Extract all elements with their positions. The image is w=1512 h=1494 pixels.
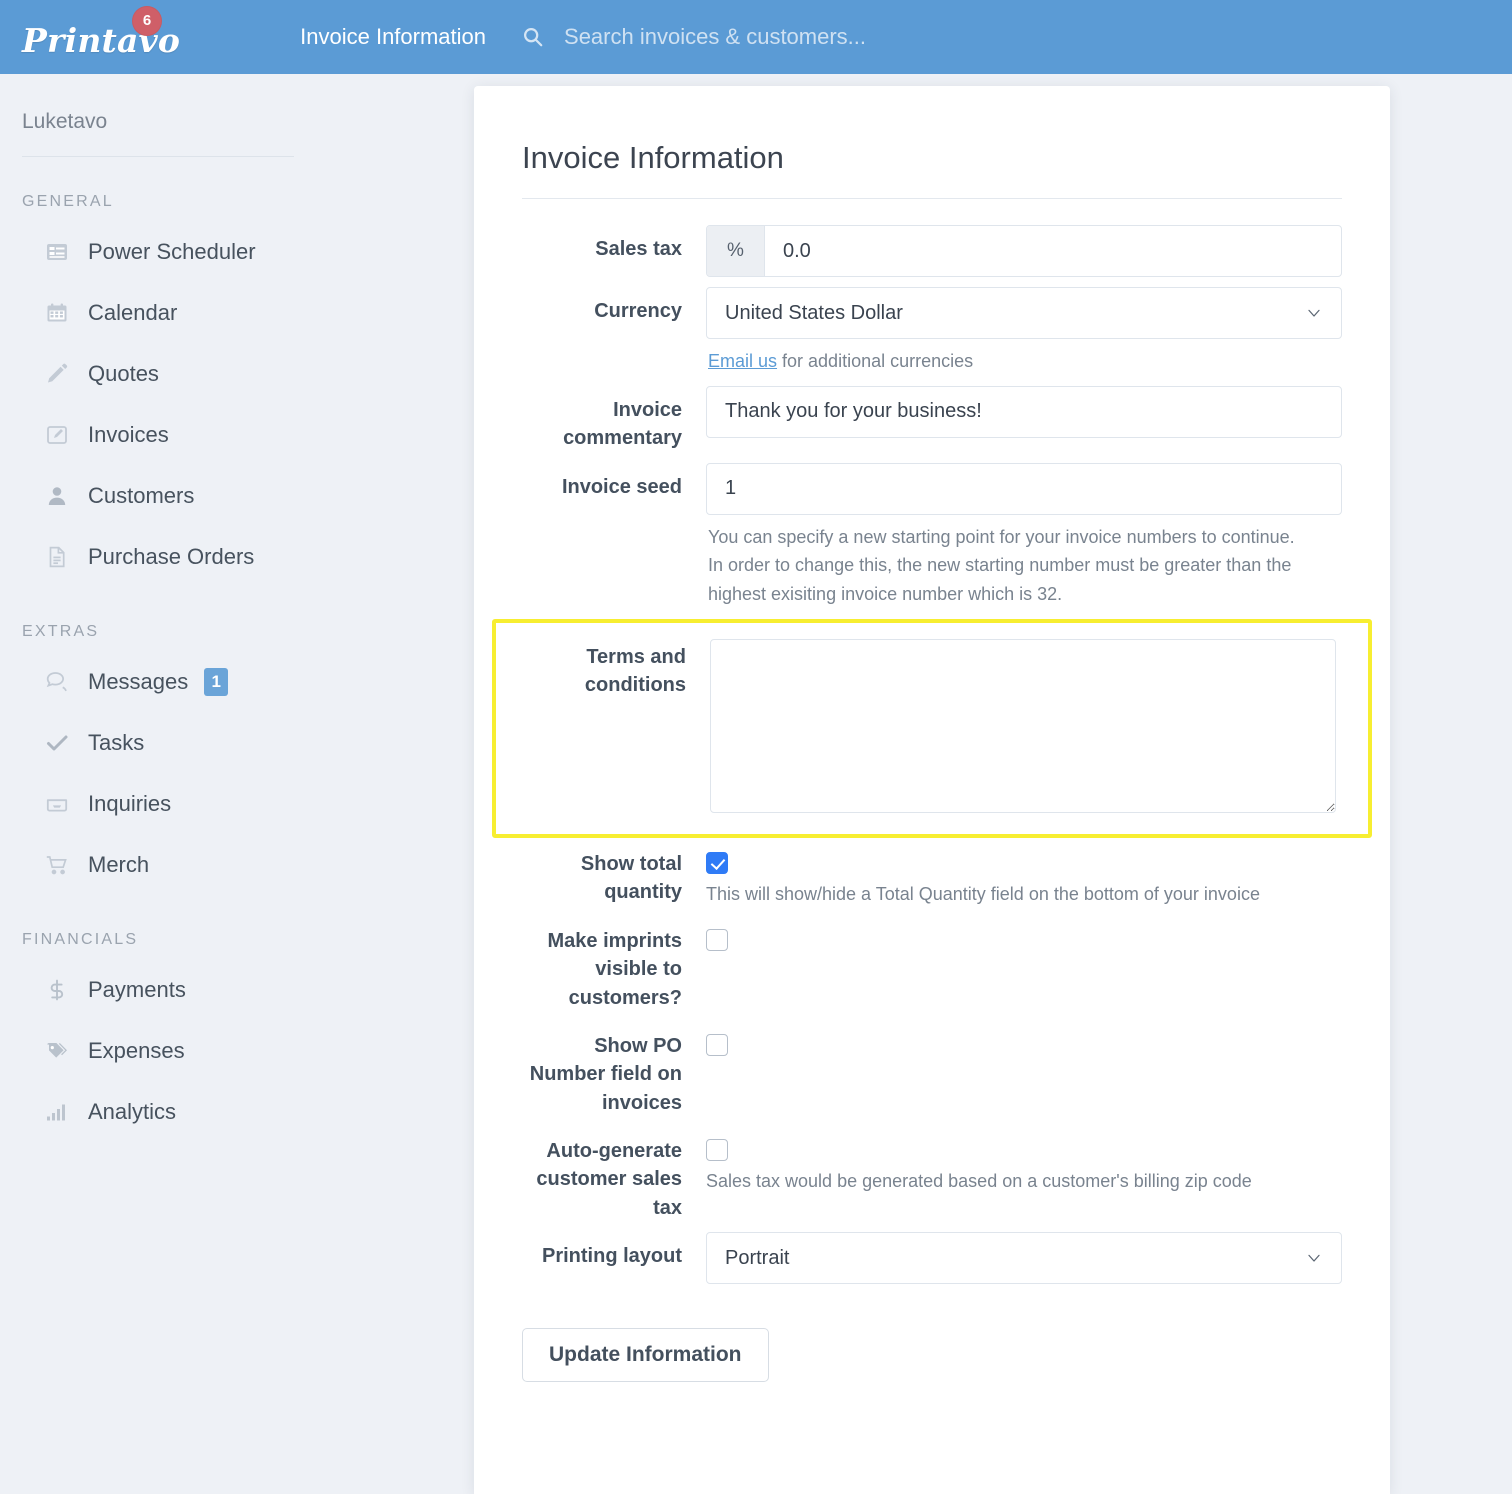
invoice-seed-helper: You can specify a new starting point for… [708,526,1295,605]
terms-and-conditions-row-highlighted: Terms and conditions [492,618,1372,838]
sales-tax-input[interactable] [765,226,1341,276]
sidebar-item-label: Purchase Orders [88,543,255,569]
invoice-commentary-label: Invoice commentary [563,398,682,450]
terms-and-conditions-textarea[interactable] [710,638,1336,813]
top-header-bar: Printavo 6 Invoice Information [0,0,1512,74]
invoice-information-form: Sales tax % Currency United States Dolla… [474,199,1390,1285]
currency-helper-rest: for additional currencies [777,351,974,371]
list-icon [44,239,70,265]
sidebar-item-power-scheduler[interactable]: Power Scheduler [0,221,474,282]
auto-generate-tax-row: Auto-generate customer sales tax Sales t… [522,1127,1342,1222]
sidebar-item-label: Tasks [88,729,145,755]
invoice-seed-label: Invoice seed [561,475,682,498]
printing-layout-row: Printing layout Portrait [522,1232,1342,1285]
currency-select[interactable]: United States Dollar [706,287,1342,339]
sidebar-section-extras: EXTRAS [22,623,100,640]
invoice-commentary-input[interactable] [706,385,1342,438]
cart-icon [44,852,70,878]
currency-row: Currency United States Dollar Email us f… [522,287,1342,376]
inbox-icon [44,791,70,817]
sidebar-item-expenses[interactable]: Expenses [0,1020,474,1081]
make-imprints-visible-row: Make imprints visible to customers? [522,917,1342,1012]
printing-layout-label: Printing layout [542,1245,682,1268]
pencil-icon [44,361,70,387]
sidebar-item-inquiries[interactable]: Inquiries [0,773,474,834]
page-title: Invoice Information [522,140,784,175]
percent-addon: % [707,226,765,276]
sidebar-item-customers[interactable]: Customers [0,465,474,526]
auto-generate-tax-helper: Sales tax would be generated based on a … [706,1171,1252,1192]
sales-tax-row: Sales tax % [522,225,1342,277]
printing-layout-select[interactable]: Portrait [706,1232,1342,1285]
make-imprints-visible-label: Make imprints visible to customers? [547,929,682,1009]
user-icon [44,483,70,509]
sidebar-item-label: Invoices [88,421,169,447]
sidebar-item-analytics[interactable]: Analytics [0,1081,474,1142]
email-us-link[interactable]: Email us [708,351,777,371]
make-imprints-visible-checkbox[interactable] [706,928,728,951]
sidebar-item-quotes[interactable]: Quotes [0,343,474,404]
show-total-quantity-row: Show total quantity This will show/hide … [522,840,1342,907]
sidebar-item-label: Expenses [88,1037,185,1063]
invoice-seed-input[interactable] [706,462,1342,515]
auto-generate-tax-checkbox[interactable] [706,1139,728,1162]
auto-generate-tax-label: Auto-generate customer sales tax [536,1140,682,1219]
sidebar-item-purchase-orders[interactable]: Purchase Orders [0,526,474,587]
invoice-information-panel: Invoice Information Sales tax % Currency [474,86,1390,1494]
sidebar-item-calendar[interactable]: Calendar [0,282,474,343]
sidebar-item-label: Calendar [88,299,178,325]
sidebar-item-payments[interactable]: Payments [0,959,474,1020]
sidebar-item-merch[interactable]: Merch [0,834,474,895]
sidebar-item-label: Customers [88,482,195,508]
dollar-icon [44,977,70,1003]
sidebar-section-general: GENERAL [22,193,114,210]
chat-icon [44,669,70,695]
sidebar-item-messages[interactable]: Messages 1 [0,651,474,712]
show-total-quantity-checkbox[interactable] [706,851,728,874]
sales-tax-label: Sales tax [595,238,682,260]
brand-logo[interactable]: Printavo 6 [22,5,180,57]
invoice-commentary-row: Invoice commentary [522,385,1342,453]
check-icon [44,730,70,756]
show-total-quantity-label: Show total quantity [580,852,682,904]
sales-tax-input-group[interactable]: % [706,225,1342,277]
document-icon [44,544,70,570]
sidebar-item-label: Analytics [88,1098,177,1124]
sidebar-item-tasks[interactable]: Tasks [0,712,474,773]
search-input[interactable] [562,23,1103,51]
show-po-number-checkbox[interactable] [706,1033,728,1056]
show-po-number-label: Show PO Number field on invoices [529,1034,682,1114]
bar-chart-icon [44,1099,70,1125]
sidebar-item-invoices[interactable]: Invoices [0,404,474,465]
sidebar-item-label: Messages [88,668,189,694]
currency-helper: Email us for additional currencies [706,339,1306,376]
show-po-number-row: Show PO Number field on invoices [522,1022,1342,1117]
currency-label: Currency [594,300,682,322]
invoice-seed-row: Invoice seed You can specify a new start… [522,462,1342,609]
show-total-quantity-helper: This will show/hide a Total Quantity fie… [706,883,1260,904]
sidebar-item-label: Power Scheduler [88,238,256,264]
sidebar-section-financials: FINANCIALS [22,931,139,948]
notification-badge[interactable]: 6 [132,5,162,36]
invoice-edit-icon [44,422,70,448]
global-search[interactable] [522,23,1512,51]
search-icon [522,26,544,48]
sidebar-item-label: Payments [88,976,186,1002]
terms-and-conditions-label: Terms and conditions [584,645,686,697]
tag-icon [44,1038,70,1064]
messages-count-badge: 1 [204,667,229,696]
sidebar-item-label: Inquiries [88,790,172,816]
sidebar: Luketavo GENERAL Power Scheduler Calenda… [0,74,474,1494]
update-information-button[interactable]: Update Information [522,1328,769,1383]
sidebar-item-label: Merch [88,851,150,877]
calendar-icon [44,300,70,326]
sidebar-user-name: Luketavo [22,110,108,133]
sidebar-item-label: Quotes [88,360,159,386]
app-root: Printavo 6 Invoice Information Luketavo … [0,0,1512,1494]
page-title-header: Invoice Information [300,24,487,49]
